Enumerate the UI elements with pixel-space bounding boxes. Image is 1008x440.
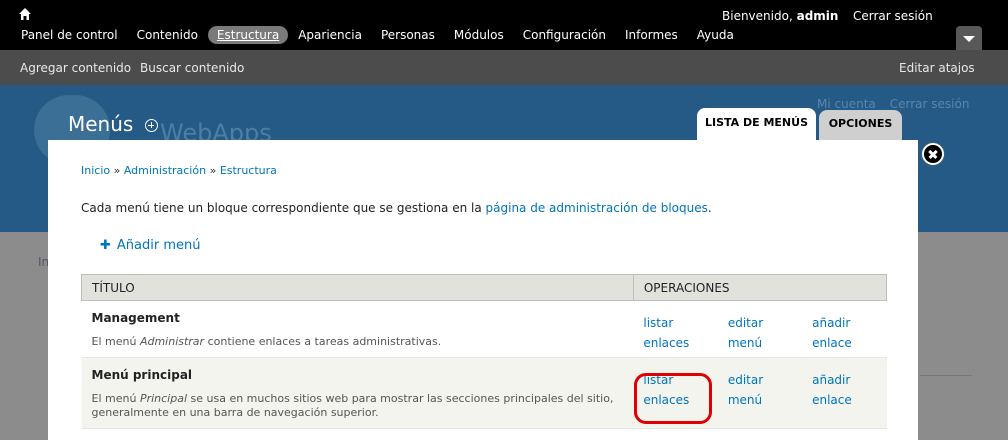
- breadcrumb-inicio[interactable]: Inicio: [81, 164, 110, 177]
- shortcuts-toggle-button[interactable]: [956, 26, 982, 50]
- menu-description: El menú Administrar contiene enlaces a t…: [92, 335, 624, 349]
- toolbar-nav-item[interactable]: Módulos: [445, 26, 513, 44]
- toolbar-nav-item[interactable]: Contenido: [128, 26, 207, 44]
- menu-description: El menú Principal se usa en muchos sitio…: [92, 392, 624, 420]
- add-menu-action[interactable]: ✚ Añadir menú: [100, 238, 201, 253]
- description-text: Cada menú tiene un bloque correspondient…: [81, 201, 486, 215]
- table-header-row: TÍTULO OPERACIONES: [81, 274, 888, 301]
- block-admin-link[interactable]: página de administración de bloques: [486, 201, 708, 215]
- operation-cell: añadir enlace: [802, 357, 887, 429]
- toolbar-nav-item[interactable]: Estructura: [207, 26, 289, 44]
- edit-shortcuts-link[interactable]: Editar atajos: [899, 61, 975, 75]
- operation-cell: listar enlaces: [633, 300, 718, 358]
- page-description: Cada menú tiene un bloque correspondient…: [81, 201, 712, 215]
- toolbar-nav-item[interactable]: Apariencia: [289, 26, 371, 44]
- site-user-links: Mi cuenta Cerrar sesión: [817, 97, 983, 111]
- chevron-down-icon: [963, 36, 975, 42]
- operation-cell: listar enlaces: [633, 357, 718, 429]
- welcome-message: Bienvenido, admin: [722, 9, 838, 23]
- home-icon[interactable]: [18, 7, 32, 21]
- admin-toolbar: Bienvenido, admin Cerrar sesión Panel de…: [0, 0, 1008, 50]
- breadcrumb-estructura[interactable]: Estructura: [220, 164, 277, 177]
- add-link-link[interactable]: añadir enlace: [812, 370, 886, 410]
- shortcuts-bar: Agregar contenido Buscar contenido Edita…: [0, 50, 1008, 85]
- column-header-operations: OPERACIONES: [632, 274, 888, 301]
- toolbar-nav-item[interactable]: Informes: [616, 26, 687, 44]
- shortcut-add-content[interactable]: Agregar contenido: [20, 61, 131, 75]
- menu-description-text: El menú: [91, 392, 140, 405]
- add-shortcut-icon[interactable]: [145, 119, 158, 132]
- menu-name: Management: [91, 311, 180, 325]
- toolbar-nav-item[interactable]: Panel de control: [12, 26, 127, 44]
- close-overlay-button[interactable]: [922, 143, 944, 165]
- menu-table: TÍTULO OPERACIONES Management El menú Adm…: [81, 274, 888, 429]
- breadcrumb: Inicio » Administración » Estructura: [81, 164, 277, 177]
- edit-menu-link[interactable]: editar menú: [728, 313, 802, 353]
- site-my-account-link[interactable]: Mi cuenta: [817, 97, 876, 111]
- site-logout-link[interactable]: Cerrar sesión: [890, 97, 970, 111]
- breadcrumb-separator: »: [206, 164, 220, 177]
- menu-description-text: contiene enlaces a tareas administrativa…: [204, 335, 442, 348]
- breadcrumb-administracion[interactable]: Administración: [124, 164, 206, 177]
- column-header-title: TÍTULO: [81, 274, 634, 301]
- menu-name: Menú principal: [91, 368, 193, 382]
- menu-description-emphasis: Administrar: [139, 335, 205, 348]
- toolbar-nav-item[interactable]: Ayuda: [688, 26, 743, 44]
- welcome-prefix: Bienvenido,: [722, 9, 793, 23]
- menu-description-emphasis: Principal: [139, 392, 188, 405]
- table-row: Management El menú Administrar contiene e…: [81, 300, 887, 358]
- logout-link[interactable]: Cerrar sesión: [853, 9, 933, 23]
- menu-title-cell: Menú principal El menú Principal se usa e…: [81, 357, 634, 429]
- list-links-link[interactable]: listar enlaces: [643, 313, 717, 353]
- menu-title-cell: Management El menú Administrar contiene e…: [81, 300, 634, 358]
- site-divider: [920, 375, 972, 376]
- operation-cell: editar menú: [717, 300, 803, 358]
- username[interactable]: admin: [797, 9, 839, 23]
- plus-icon: ✚: [100, 238, 111, 253]
- tab-menu-list[interactable]: LISTA DE MENÚS: [697, 108, 816, 142]
- table-row: Menú principal El menú Principal se usa e…: [81, 357, 887, 429]
- edit-menu-link[interactable]: editar menú: [728, 370, 802, 410]
- operation-cell: editar menú: [717, 357, 803, 429]
- description-suffix: .: [707, 201, 712, 215]
- tab-options[interactable]: OPCIONES: [819, 110, 902, 140]
- overlay-content: Inicio » Administración » Estructura Cad…: [48, 140, 918, 440]
- breadcrumb-separator: »: [110, 164, 124, 177]
- toolbar-nav: Panel de control Contenido Estructura Apari…: [12, 26, 744, 46]
- toolbar-nav-item[interactable]: Configuración: [514, 26, 615, 44]
- menu-description-text: El menú: [91, 335, 140, 348]
- list-links-link[interactable]: listar enlaces: [643, 370, 717, 410]
- add-link-link[interactable]: añadir enlace: [812, 313, 886, 353]
- page-title: Menús: [68, 112, 134, 136]
- operation-cell: añadir enlace: [802, 300, 887, 358]
- add-menu-link[interactable]: Añadir menú: [117, 238, 201, 253]
- shortcut-find-content[interactable]: Buscar contenido: [140, 61, 244, 75]
- toolbar-nav-item[interactable]: Personas: [372, 26, 444, 44]
